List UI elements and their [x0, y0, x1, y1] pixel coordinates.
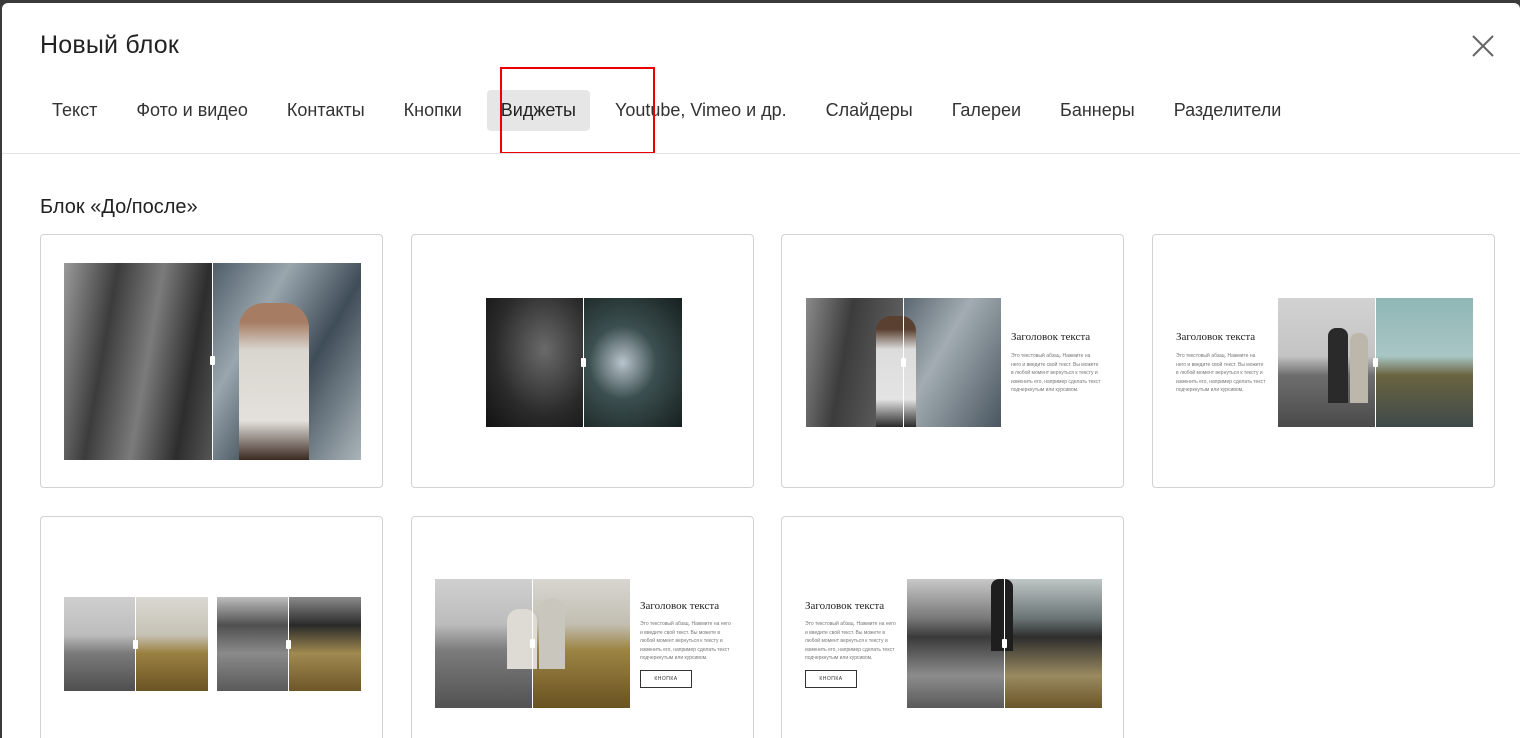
template-card-6[interactable]: Заголовок текста Это текстовый абзац. На…	[411, 516, 754, 738]
tab-banners[interactable]: Баннеры	[1046, 90, 1149, 131]
template-card-3[interactable]: Заголовок текста Это текстовый абзац. На…	[781, 234, 1124, 488]
tab-widgets[interactable]: Виджеты	[486, 89, 590, 131]
template-heading: Заголовок текста	[640, 600, 720, 612]
before-after-image	[64, 263, 361, 460]
before-after-image	[907, 579, 1102, 708]
before-after-image	[64, 597, 208, 691]
template-card-2[interactable]	[411, 234, 754, 488]
tab-text[interactable]: Текст	[38, 90, 111, 131]
tab-buttons[interactable]: Кнопки	[390, 90, 476, 131]
template-heading: Заголовок текста	[805, 600, 885, 612]
tab-contacts[interactable]: Контакты	[273, 90, 379, 131]
before-after-image	[1278, 298, 1473, 427]
before-after-image	[217, 597, 361, 691]
template-paragraph: Это текстовый абзац. Нажмите на него и в…	[1011, 353, 1101, 393]
template-card-4[interactable]: Заголовок текста Это текстовый абзац. На…	[1152, 234, 1495, 488]
category-tabs: Текст Фото и видео Контакты Кнопки Видже…	[38, 89, 1306, 131]
section-title: Блок «До/после»	[40, 196, 198, 218]
tab-dividers[interactable]: Разделители	[1160, 90, 1296, 131]
before-after-image	[435, 579, 630, 708]
template-paragraph: Это текстовый абзац. Нажмите на него и в…	[1176, 353, 1266, 393]
close-icon[interactable]	[1468, 31, 1498, 61]
tab-sliders[interactable]: Слайдеры	[812, 90, 927, 131]
template-paragraph: Это текстовый абзац. Нажмите на него и в…	[805, 621, 896, 661]
template-paragraph: Это текстовый абзац. Нажмите на него и в…	[640, 621, 731, 661]
new-block-modal: Новый блок Текст Фото и видео Контакты К…	[2, 3, 1520, 738]
template-button: КНОПКА	[805, 670, 857, 688]
before-after-image	[806, 298, 1001, 427]
tab-galleries[interactable]: Галереи	[938, 90, 1035, 131]
template-card-5[interactable]	[40, 516, 383, 738]
template-heading: Заголовок текста	[1011, 331, 1091, 343]
tab-photo-video[interactable]: Фото и видео	[122, 90, 262, 131]
tab-youtube-vimeo[interactable]: Youtube, Vimeo и др.	[601, 90, 801, 131]
template-button: КНОПКА	[640, 670, 692, 688]
before-after-image	[486, 298, 682, 427]
template-heading: Заголовок текста	[1176, 331, 1256, 343]
modal-title: Новый блок	[40, 31, 180, 59]
header-divider	[2, 153, 1520, 154]
template-card-7[interactable]: Заголовок текста Это текстовый абзац. На…	[781, 516, 1124, 738]
template-card-1[interactable]	[40, 234, 383, 488]
